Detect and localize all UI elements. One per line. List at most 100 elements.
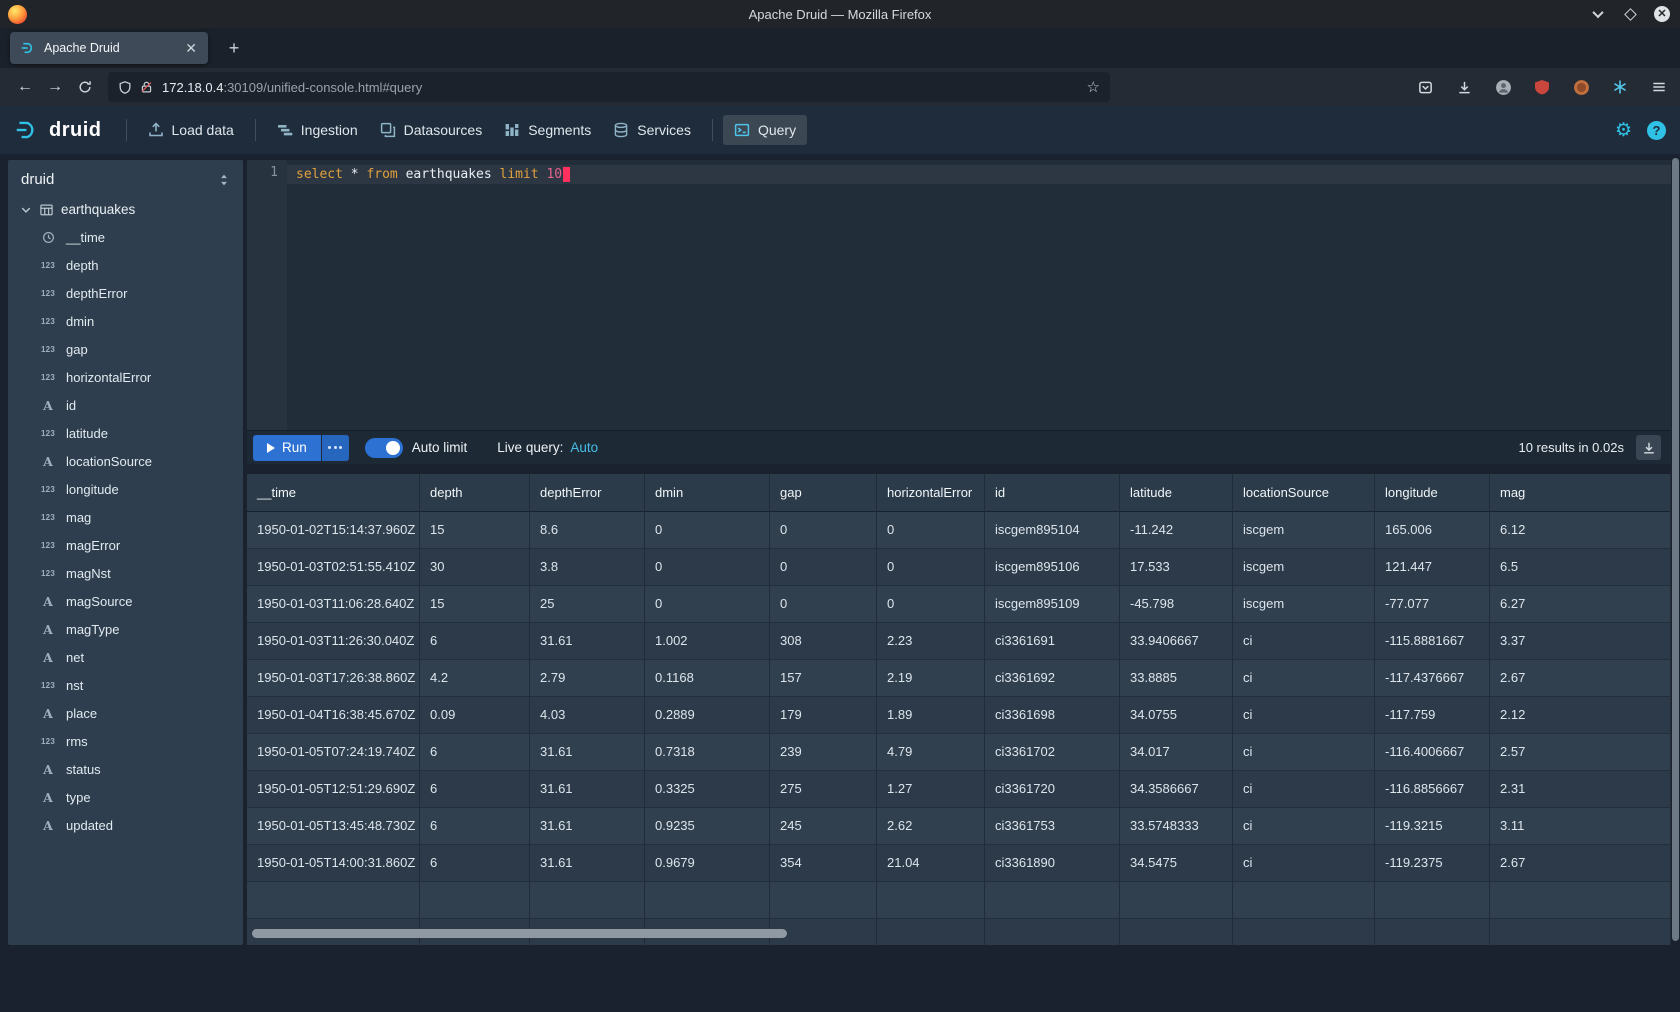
table-cell[interactable]: 6	[420, 845, 530, 882]
table-cell[interactable]: 34.017	[1120, 734, 1233, 771]
table-cell[interactable]: 0	[645, 512, 770, 549]
table-cell[interactable]: ci3361720	[985, 771, 1120, 808]
table-cell[interactable]: 0	[645, 586, 770, 623]
table-cell[interactable]: 6	[420, 808, 530, 845]
auto-limit-toggle[interactable]	[365, 438, 403, 458]
table-cell[interactable]: ci	[1233, 660, 1375, 697]
table-cell[interactable]: 1950-01-05T14:00:31.860Z	[247, 845, 420, 882]
column-header-longitude[interactable]: longitude	[1375, 474, 1490, 512]
table-cell[interactable]: 1950-01-03T02:51:55.410Z	[247, 549, 420, 586]
nav-query[interactable]: Query	[723, 115, 807, 145]
table-cell[interactable]: ci3361753	[985, 808, 1120, 845]
table-cell[interactable]: iscgem	[1233, 586, 1375, 623]
table-cell[interactable]: 2.31	[1490, 771, 1671, 808]
table-cell[interactable]: 2.62	[877, 808, 985, 845]
table-cell[interactable]: 34.5475	[1120, 845, 1233, 882]
scrollbar-thumb[interactable]	[252, 929, 787, 938]
bookmark-star-icon[interactable]: ☆	[1087, 78, 1100, 96]
column-header-latitude[interactable]: latitude	[1120, 474, 1233, 512]
sidebar-column-gap[interactable]: 123gap	[8, 335, 243, 363]
table-cell[interactable]: -115.8881667	[1375, 623, 1490, 660]
table-cell[interactable]: 6.12	[1490, 512, 1671, 549]
url-bar[interactable]: 172.18.0.4:30109/unified-console.html#qu…	[108, 72, 1110, 102]
table-cell[interactable]: 21.04	[877, 845, 985, 882]
table-cell[interactable]: 157	[770, 660, 877, 697]
table-cell[interactable]: 0	[877, 549, 985, 586]
table-cell[interactable]: 2.19	[877, 660, 985, 697]
sidebar-column-depth[interactable]: 123depth	[8, 251, 243, 279]
sql-editor[interactable]: 1 select * from earthquakes limit 10	[247, 160, 1671, 430]
table-cell[interactable]: 31.61	[530, 808, 645, 845]
table-cell[interactable]: 17.533	[1120, 549, 1233, 586]
account-button[interactable]	[1492, 76, 1514, 98]
table-cell[interactable]: -45.798	[1120, 586, 1233, 623]
table-cell[interactable]: 31.61	[530, 734, 645, 771]
sidebar-column-__time[interactable]: __time	[8, 223, 243, 251]
sidebar-column-mag[interactable]: 123mag	[8, 503, 243, 531]
sidebar-column-magNst[interactable]: 123magNst	[8, 559, 243, 587]
table-cell[interactable]: 0	[770, 512, 877, 549]
window-shade-button[interactable]	[1590, 6, 1606, 22]
table-cell[interactable]: 1950-01-05T12:51:29.690Z	[247, 771, 420, 808]
nav-load-data[interactable]: Load data	[137, 115, 245, 145]
table-cell[interactable]: 0	[770, 549, 877, 586]
sidebar-column-magError[interactable]: 123magError	[8, 531, 243, 559]
table-cell[interactable]: ci3361692	[985, 660, 1120, 697]
table-cell[interactable]: 2.67	[1490, 845, 1671, 882]
sidebar-column-status[interactable]: Astatus	[8, 755, 243, 783]
sidebar-column-place[interactable]: Aplace	[8, 699, 243, 727]
sidebar-column-longitude[interactable]: 123longitude	[8, 475, 243, 503]
table-cell[interactable]: -119.3215	[1375, 808, 1490, 845]
table-cell[interactable]: ci3361890	[985, 845, 1120, 882]
table-cell[interactable]: ci3361691	[985, 623, 1120, 660]
table-cell[interactable]: 1.27	[877, 771, 985, 808]
sidebar-column-id[interactable]: Aid	[8, 391, 243, 419]
table-cell[interactable]: 1950-01-03T17:26:38.860Z	[247, 660, 420, 697]
window-close-button[interactable]: ✕	[1654, 6, 1670, 22]
table-cell[interactable]: 121.447	[1375, 549, 1490, 586]
table-cell[interactable]: 34.3586667	[1120, 771, 1233, 808]
table-cell[interactable]: 239	[770, 734, 877, 771]
nav-ingestion[interactable]: Ingestion	[266, 115, 369, 145]
table-cell[interactable]: 179	[770, 697, 877, 734]
table-cell[interactable]: 33.8885	[1120, 660, 1233, 697]
sidebar-column-rms[interactable]: 123rms	[8, 727, 243, 755]
druid-brand[interactable]: druid	[14, 117, 102, 143]
table-cell[interactable]: -117.4376667	[1375, 660, 1490, 697]
snowflake-extension-button[interactable]	[1609, 76, 1631, 98]
table-cell[interactable]: ci	[1233, 623, 1375, 660]
table-cell[interactable]: 0.9679	[645, 845, 770, 882]
table-cell[interactable]: 0.1168	[645, 660, 770, 697]
table-cell[interactable]: -116.8856667	[1375, 771, 1490, 808]
double-caret-icon[interactable]	[217, 173, 231, 187]
table-cell[interactable]: 0	[877, 586, 985, 623]
table-cell[interactable]: 6.5	[1490, 549, 1671, 586]
table-cell[interactable]: 1950-01-03T11:06:28.640Z	[247, 586, 420, 623]
new-tab-button[interactable]: +	[220, 34, 248, 62]
table-cell[interactable]: 2.23	[877, 623, 985, 660]
table-cell[interactable]: 6	[420, 623, 530, 660]
forward-button[interactable]: →	[40, 72, 70, 102]
nav-segments[interactable]: Segments	[493, 115, 602, 145]
sidebar-column-updated[interactable]: Aupdated	[8, 811, 243, 839]
table-cell[interactable]: 4.2	[420, 660, 530, 697]
table-cell[interactable]: ci	[1233, 697, 1375, 734]
table-cell[interactable]: 33.9406667	[1120, 623, 1233, 660]
nav-services[interactable]: Services	[602, 115, 702, 145]
table-cell[interactable]: 1950-01-04T16:38:45.670Z	[247, 697, 420, 734]
table-cell[interactable]: 1950-01-05T13:45:48.730Z	[247, 808, 420, 845]
table-cell[interactable]: 3.11	[1490, 808, 1671, 845]
sidebar-column-locationSource[interactable]: AlocationSource	[8, 447, 243, 475]
sidebar-column-magType[interactable]: AmagType	[8, 615, 243, 643]
table-cell[interactable]: 15	[420, 512, 530, 549]
table-cell[interactable]: 4.03	[530, 697, 645, 734]
table-cell[interactable]: 1950-01-03T11:26:30.040Z	[247, 623, 420, 660]
table-cell[interactable]: -116.4006667	[1375, 734, 1490, 771]
sidebar-column-net[interactable]: Anet	[8, 643, 243, 671]
table-cell[interactable]: 6	[420, 734, 530, 771]
tab-close-icon[interactable]: ✕	[182, 40, 200, 57]
sidebar-column-depthError[interactable]: 123depthError	[8, 279, 243, 307]
help-button[interactable]: ?	[1647, 121, 1666, 140]
nav-datasources[interactable]: Datasources	[369, 115, 494, 145]
table-cell[interactable]: 275	[770, 771, 877, 808]
